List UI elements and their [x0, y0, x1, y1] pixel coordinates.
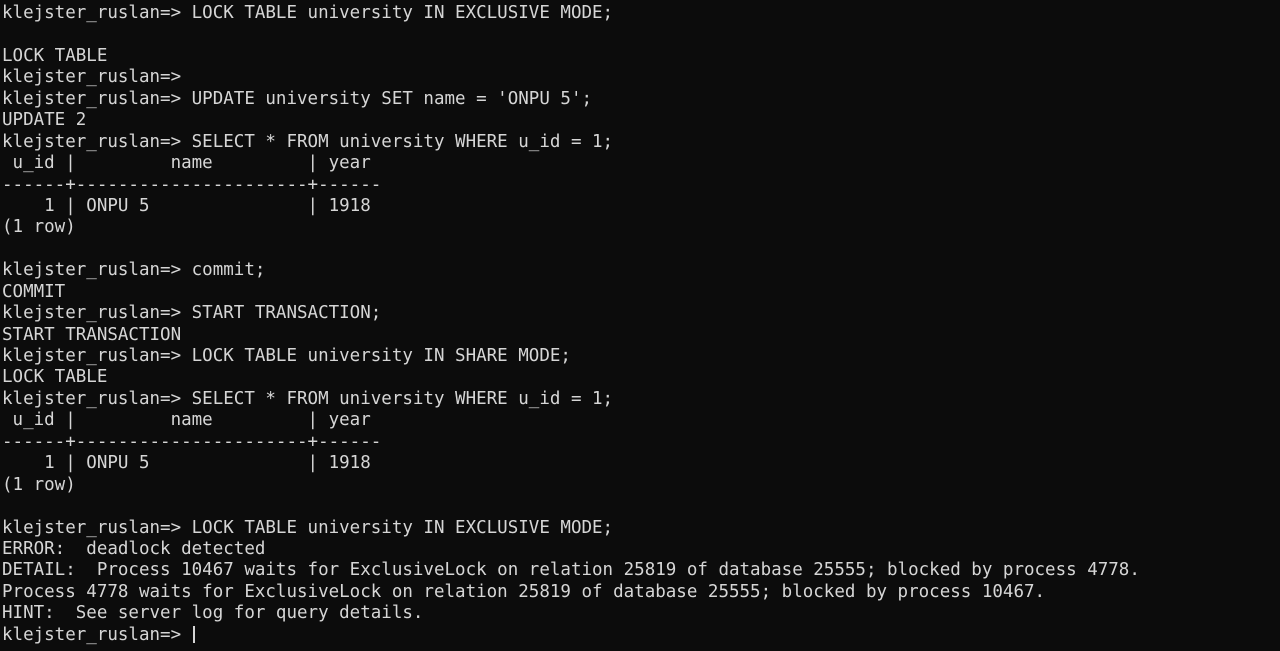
terminal-line: klejster_ruslan=> LOCK TABLE university …	[2, 517, 614, 538]
row-count: (1 row)	[2, 474, 76, 495]
terminal-line: klejster_ruslan=> LOCK TABLE university …	[2, 346, 571, 366]
result-header-row: u_id | name | year	[2, 410, 371, 431]
terminal-line: klejster_ruslan=> LOCK TABLE university …	[2, 3, 614, 23]
text-cursor	[192, 625, 195, 643]
prompt: klejster_ruslan=>	[2, 624, 192, 645]
terminal-line: UPDATE 2	[2, 110, 87, 131]
error-hint: HINT: See server log for query details.	[2, 603, 424, 624]
error-detail: DETAIL: Process 10467 waits for Exclusiv…	[2, 560, 1140, 581]
row-count: (1 row)	[2, 217, 76, 238]
terminal-line: klejster_ruslan=> SELECT * FROM universi…	[2, 388, 614, 409]
result-data-row: 1 | ONPU 5 | 1918	[2, 453, 371, 474]
error-detail-continued: Process 4778 waits for ExclusiveLock on …	[2, 581, 1046, 602]
active-prompt-line[interactable]: klejster_ruslan=>	[2, 625, 1278, 646]
result-data-row: 1 | ONPU 5 | 1918	[2, 195, 371, 216]
result-header-row: u_id | name | year	[2, 153, 371, 174]
terminal-window[interactable]: klejster_ruslan=> LOCK TABLE university …	[0, 0, 1280, 651]
terminal-output: klejster_ruslan=> LOCK TABLE university …	[2, 3, 1278, 646]
terminal-line: LOCK TABLE	[2, 367, 108, 388]
terminal-line: klejster_ruslan=>	[2, 67, 182, 88]
terminal-line: COMMIT	[2, 281, 66, 302]
terminal-line: LOCK TABLE	[2, 45, 108, 66]
terminal-line: START TRANSACTION	[2, 324, 182, 345]
result-separator-row: ------+----------------------+------	[2, 174, 382, 195]
terminal-line: klejster_ruslan=> START TRANSACTION;	[2, 303, 382, 324]
error-message: ERROR: deadlock detected	[2, 538, 266, 559]
terminal-line: klejster_ruslan=> UPDATE university SET …	[2, 88, 593, 109]
terminal-line: klejster_ruslan=> SELECT * FROM universi…	[2, 131, 614, 152]
terminal-line: klejster_ruslan=> commit;	[2, 260, 266, 281]
result-separator-row: ------+----------------------+------	[2, 431, 382, 452]
